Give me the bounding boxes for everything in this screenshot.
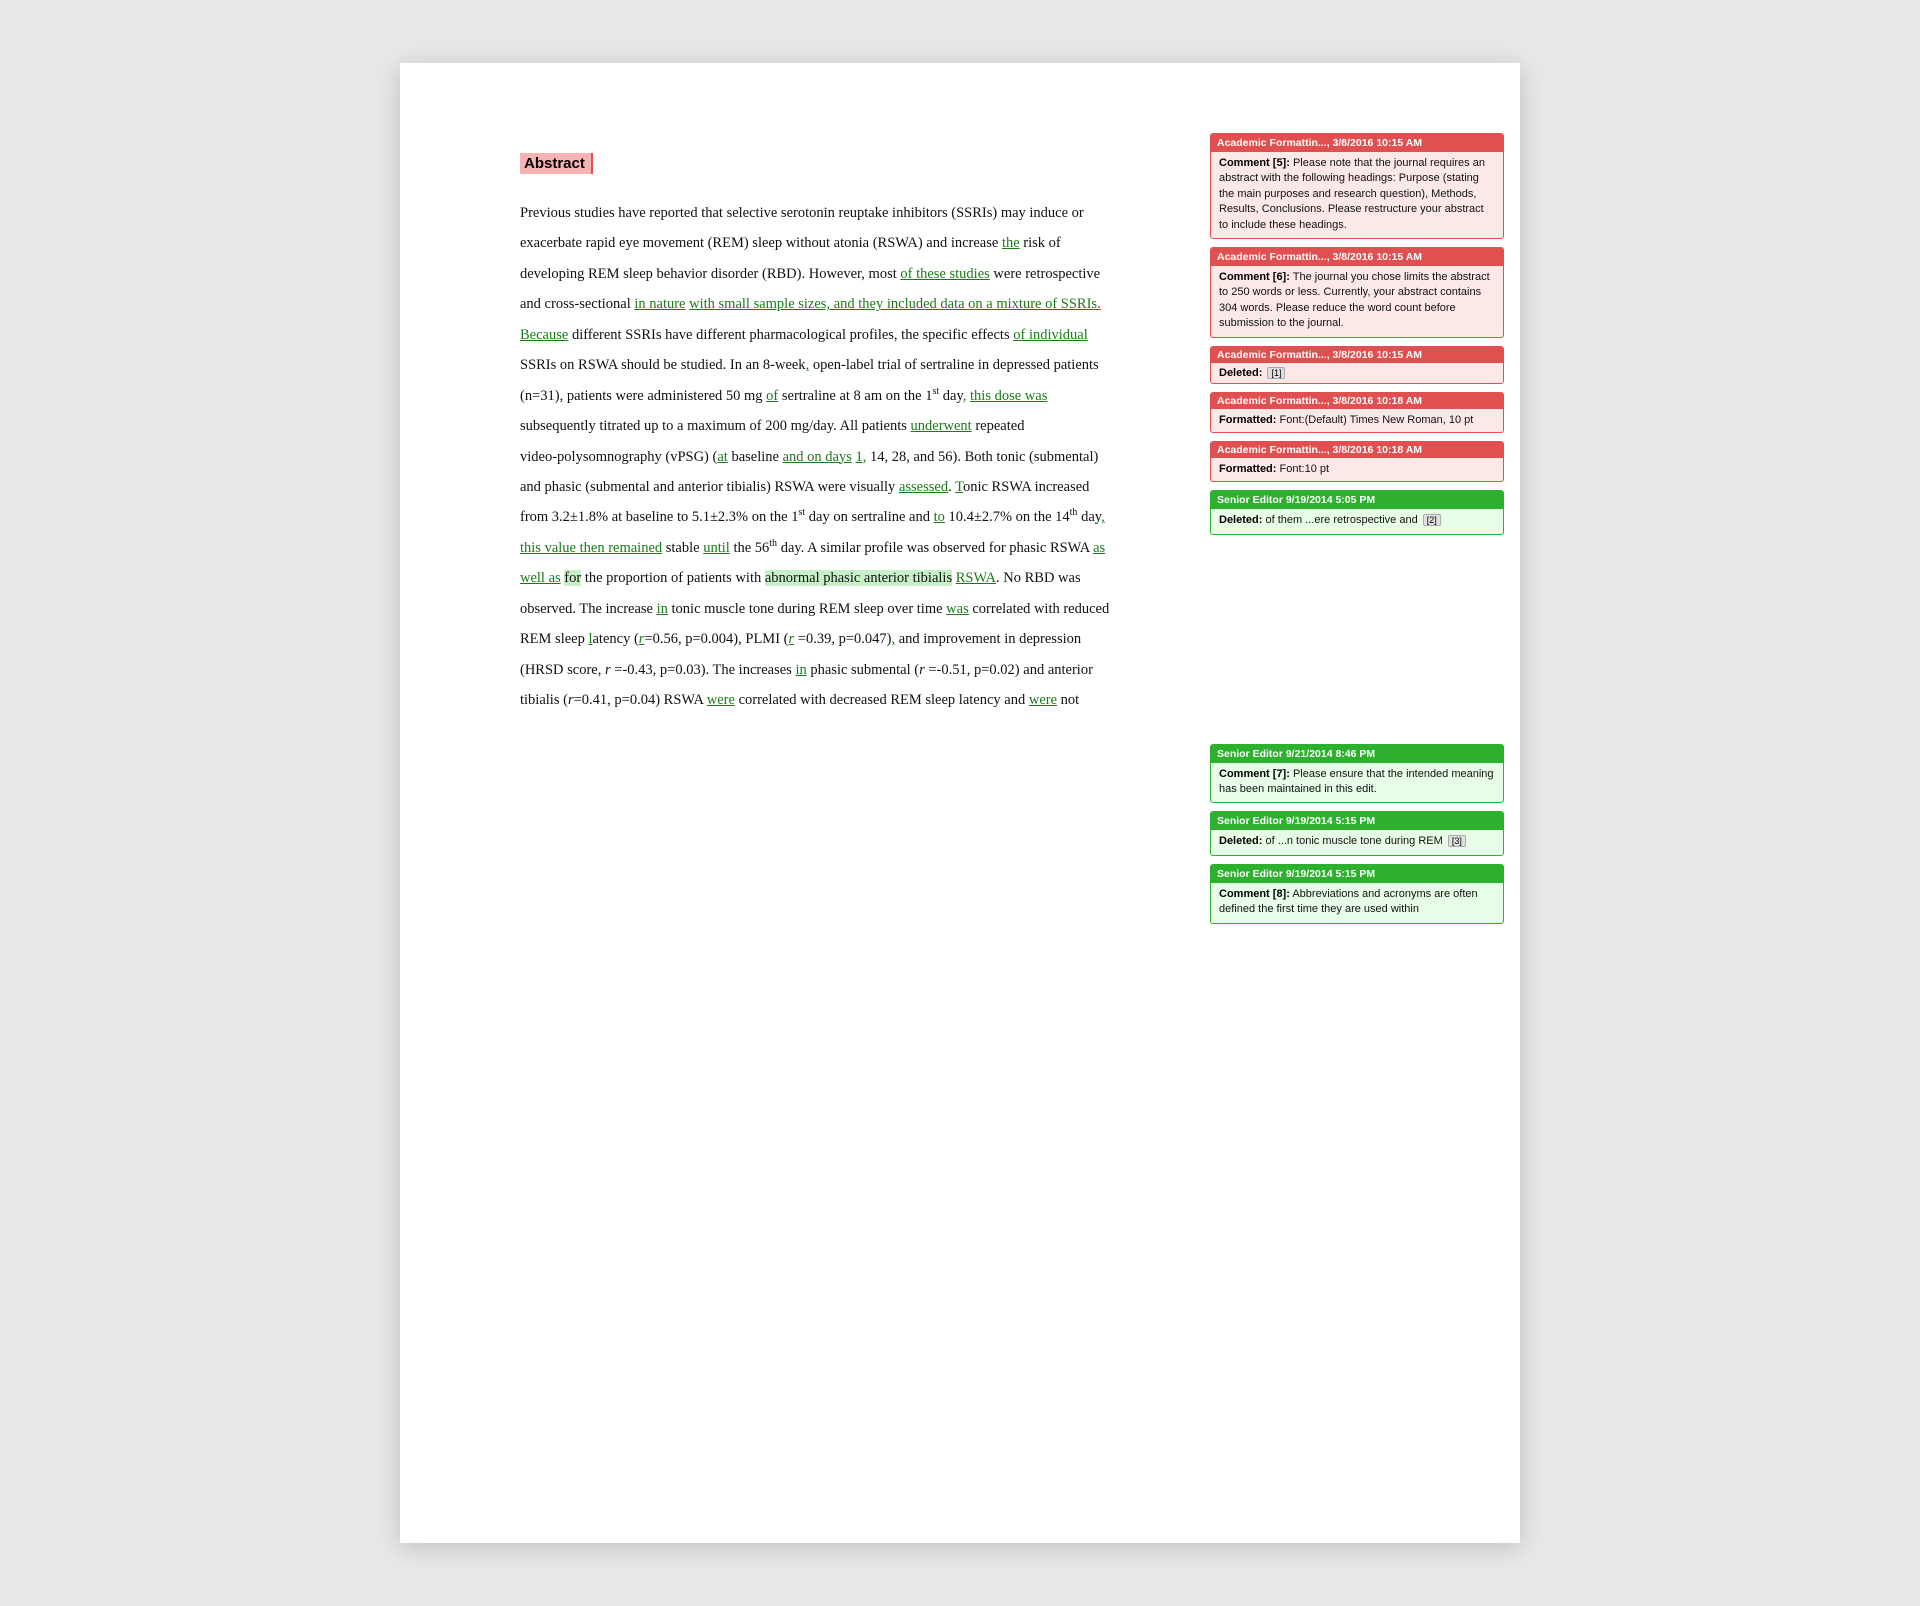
tracked-ins-thisvalue: this value then remained (520, 540, 662, 556)
comment-5-label: Comment [5]: (1219, 157, 1290, 169)
comment-7-header: Senior Editor 9/21/2014 8:46 PM (1211, 745, 1503, 763)
comment-7-label: Comment [7]: (1219, 768, 1290, 780)
deleted-2-body: of them ...ere retrospective and (1265, 514, 1417, 526)
para-1: Previous studies have reported that sele… (520, 198, 1150, 228)
deleted-3-label: Deleted: (1219, 835, 1262, 847)
tracked-ins-r1: r (639, 631, 645, 647)
highlight-for: for (564, 570, 581, 586)
tracked-ins-at: at (717, 449, 727, 465)
tracked-ins-rswa: RSWA (956, 570, 996, 586)
para-10: and phasic (submental and anterior tibia… (520, 472, 1150, 502)
tracked-ins-underwent: underwent (911, 418, 972, 434)
abstract-heading-block: Abstract (520, 153, 593, 174)
tracked-ins-r2: r (788, 631, 794, 647)
deleted-3: Senior Editor 9/19/2014 5:15 PM Deleted:… (1210, 811, 1504, 855)
para-3: developing REM sleep behavior disorder (… (520, 259, 1150, 289)
tracked-ins-as: as (1093, 540, 1105, 556)
tracked-ins-in2: in (795, 662, 806, 678)
tracked-ins-ofindividual: of individual (1013, 327, 1088, 343)
deleted-1: Academic Formattin..., 3/8/2016 10:15 AM… (1210, 346, 1504, 384)
sidebar-spacer-1 (1210, 543, 1504, 738)
deleted-2-header: Senior Editor 9/19/2014 5:05 PM (1211, 491, 1503, 509)
para-2: exacerbate rapid eye movement (REM) slee… (520, 228, 1150, 258)
tracked-ins-because: Because (520, 327, 568, 343)
tracked-ins-until: until (703, 540, 730, 556)
document-body: Previous studies have reported that sele… (520, 198, 1150, 715)
tracked-ins-assessed: assessed (899, 479, 948, 495)
comment-6: Academic Formattin..., 3/8/2016 10:15 AM… (1210, 247, 1504, 338)
highlight-abnormal: abnormal phasic anterior tibialis (765, 570, 952, 586)
tracked-ins-Tonic: T (955, 479, 963, 495)
tracked-ins-to: to (934, 509, 945, 525)
comment-8-label: Comment [8]: (1219, 888, 1290, 900)
comment-5: Academic Formattin..., 3/8/2016 10:15 AM… (1210, 133, 1504, 239)
deleted-3-body: of ...n tonic muscle tone during REM (1265, 835, 1442, 847)
para-8: subsequently titrated up to a maximum of… (520, 411, 1150, 441)
tracked-ins-thisdosewas: this dose was (970, 388, 1047, 404)
formatted-2-header: Academic Formattin..., 3/8/2016 10:18 AM (1211, 442, 1503, 458)
tracked-ins-of: of (766, 388, 778, 404)
formatted-2: Academic Formattin..., 3/8/2016 10:18 AM… (1210, 441, 1504, 482)
para-6: SSRIs on RSWA should be studied. In an 8… (520, 350, 1150, 380)
para-7: (n=31), patients were administered 50 mg… (520, 381, 1150, 411)
deleted-1-header: Academic Formattin..., 3/8/2016 10:15 AM (1211, 347, 1503, 363)
deleted-1-ref[interactable]: [1] (1267, 367, 1285, 379)
para-13: well as for the proportion of patients w… (520, 563, 1150, 593)
formatted-1: Academic Formattin..., 3/8/2016 10:18 AM… (1210, 392, 1504, 433)
tracked-ins-in: in (657, 601, 668, 617)
deleted-2-ref[interactable]: [2] (1423, 514, 1441, 526)
deleted-2: Senior Editor 9/19/2014 5:05 PM Deleted:… (1210, 490, 1504, 534)
comment-5-header: Academic Formattin..., 3/8/2016 10:15 AM (1211, 134, 1503, 152)
tracked-ins-comma2: , (963, 388, 967, 404)
tracked-ins-withsmall: with small sample sizes, and they includ… (689, 296, 1101, 312)
comment-8: Senior Editor 9/19/2014 5:15 PM Comment … (1210, 864, 1504, 924)
tracked-ins-1: 1, (855, 449, 866, 465)
main-content: Abstract Previous studies have reported … (400, 123, 1210, 1483)
tracked-ins-comma1: , (806, 357, 810, 373)
para-12: this value then remained stable until th… (520, 533, 1150, 563)
formatted-1-label: Formatted: (1219, 414, 1276, 426)
formatted-1-body: Font:(Default) Times New Roman, 10 pt (1280, 414, 1474, 426)
tracked-ins-comma3: , (1101, 509, 1105, 525)
para-11: from 3.2±1.8% at baseline to 5.1±2.3% on… (520, 502, 1150, 532)
deleted-3-ref[interactable]: [3] (1448, 835, 1466, 847)
para-16: (HRSD score, r =-0.43, p=0.03). The incr… (520, 655, 1150, 685)
formatted-2-body: Font:10 pt (1280, 463, 1330, 475)
para-9: video-polysomnography (vPSG) (at baselin… (520, 442, 1150, 472)
tracked-ins-was: was (946, 601, 969, 617)
tracked-ins-innature: in nature (634, 296, 685, 312)
tracked-ins-comma4: , (891, 631, 895, 647)
tracked-ins-andondays: and on days (783, 449, 852, 465)
tracked-ins-latency: l (588, 631, 592, 647)
deleted-2-label: Deleted: (1219, 514, 1262, 526)
deleted-1-label: Deleted: (1219, 367, 1262, 379)
deleted-3-header: Senior Editor 9/19/2014 5:15 PM (1211, 812, 1503, 830)
para-4: and cross-sectional in nature with small… (520, 289, 1150, 319)
comment-8-header: Senior Editor 9/19/2014 5:15 PM (1211, 865, 1503, 883)
tracked-ins-the: the (1002, 235, 1020, 251)
tracked-ins-were: were (707, 692, 735, 708)
comment-7: Senior Editor 9/21/2014 8:46 PM Comment … (1210, 744, 1504, 804)
para-17: tibialis (r=0.41, p=0.04) RSWA were corr… (520, 685, 1150, 715)
comment-6-label: Comment [6]: (1219, 271, 1290, 283)
formatted-2-label: Formatted: (1219, 463, 1276, 475)
tracked-ins-were2: were (1029, 692, 1057, 708)
formatted-1-header: Academic Formattin..., 3/8/2016 10:18 AM (1211, 393, 1503, 409)
abstract-heading: Abstract (524, 155, 585, 172)
sidebar: Academic Formattin..., 3/8/2016 10:15 AM… (1210, 123, 1520, 1483)
para-14: observed. The increase in tonic muscle t… (520, 594, 1150, 624)
page-container: Abstract Previous studies have reported … (400, 63, 1520, 1543)
para-5: Because different SSRIs have different p… (520, 320, 1150, 350)
comment-6-header: Academic Formattin..., 3/8/2016 10:15 AM (1211, 248, 1503, 266)
tracked-ins-wellasfor: well as (520, 570, 561, 586)
para-15: REM sleep latency (r=0.56, p=0.004), PLM… (520, 624, 1150, 654)
tracked-ins-ofthesestudies: of these studies (900, 266, 989, 282)
